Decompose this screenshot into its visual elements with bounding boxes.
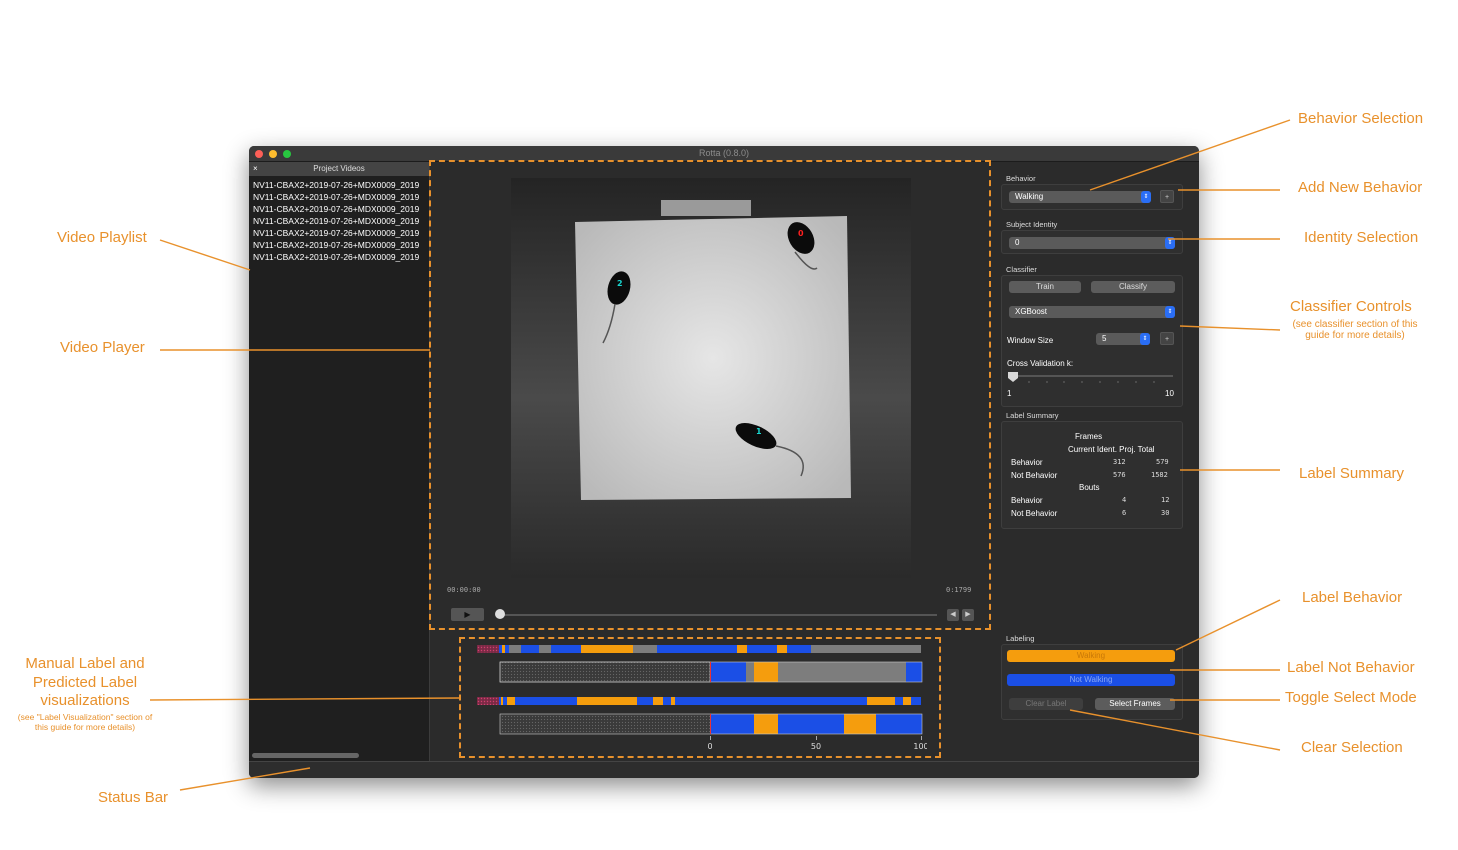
annotation-clear-selection: Clear Selection: [1301, 739, 1403, 756]
annotation-behavior-selection: Behavior Selection: [1298, 110, 1424, 127]
annotation-label-not-behavior: Label Not Behavior: [1287, 659, 1415, 676]
annotation-label-behavior: Label Behavior: [1302, 589, 1403, 606]
annotation-identity-selection: Identity Selection: [1304, 229, 1419, 246]
annotation-manual-label-sub: (see "Label Visualization" section of th…: [17, 712, 153, 732]
annotation-classifier-controls: Classifier Controls: [1290, 298, 1412, 315]
annotation-status-bar: Status Bar: [98, 789, 169, 806]
annotation-classifier-sub: (see classifier section of this guide fo…: [1292, 319, 1418, 341]
annotation-video-playlist: Video Playlist: [57, 229, 147, 246]
annotation-toggle-select-mode: Toggle Select Mode: [1285, 689, 1417, 706]
annotation-manual-label-line2: Predicted Label: [32, 674, 138, 691]
annotation-video-player: Video Player: [60, 339, 145, 356]
annotation-manual-label-line3: visualizations: [40, 692, 130, 709]
annotation-leaders: [149, 119, 1291, 791]
annotation-add-new-behavior: Add New Behavior: [1298, 179, 1423, 196]
annotation-label-summary: Label Summary: [1299, 465, 1405, 482]
annotation-manual-label-line1: Manual Label and: [25, 655, 145, 672]
